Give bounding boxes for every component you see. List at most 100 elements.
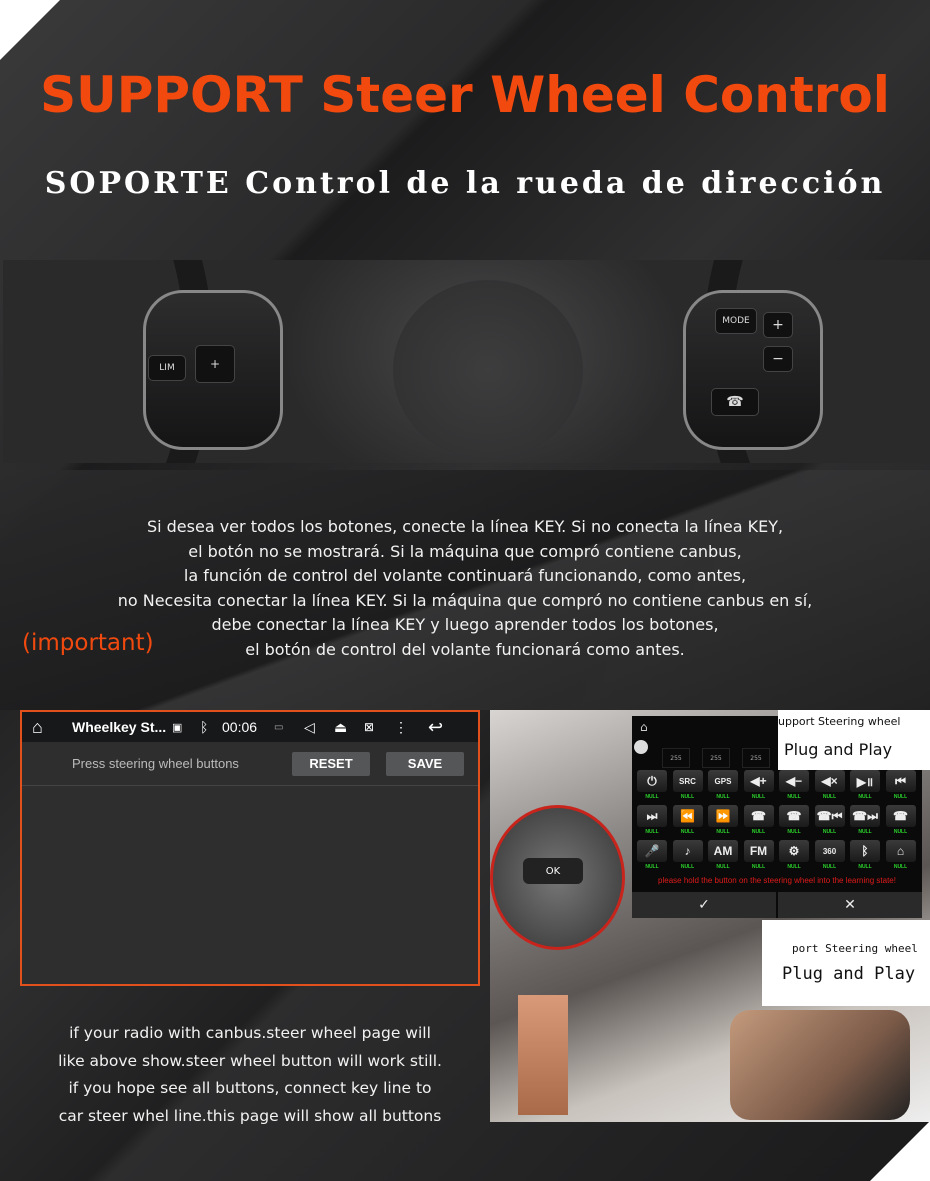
caption-line: if you hope see all buttons, connect key… [68, 1079, 432, 1097]
learn-key-button[interactable]: ⏩ [708, 805, 738, 827]
key-status-label: NULL [858, 794, 872, 800]
key-status-label: NULL [893, 794, 908, 800]
learn-key-button[interactable]: ◀− [779, 770, 809, 792]
plug-play-label: port Steering wheel Plug and Play [762, 920, 930, 1006]
key-status-label: NULL [751, 864, 766, 870]
learn-key-button[interactable]: ⌂ [885, 840, 916, 862]
confirm-button[interactable]: ✓ [632, 892, 776, 918]
key-status-label: NULL [787, 864, 801, 870]
indicator-dot [634, 740, 648, 754]
learn-key-button[interactable]: ⏭ [637, 805, 667, 827]
key-status-label: NULL [716, 829, 730, 835]
volume-icon[interactable]: ◁ [304, 719, 334, 736]
caption-line: car steer whel line.this page will show … [58, 1106, 442, 1125]
key-status-label: NULL [787, 794, 801, 800]
value-box: 255 [702, 748, 730, 768]
bluetooth-icon: ᛒ [200, 719, 209, 735]
learn-key-button[interactable]: ▶॥ [850, 770, 880, 792]
important-label: (important) [22, 630, 154, 656]
value-box: 255 [742, 748, 770, 768]
learn-key-button[interactable]: 360 [814, 840, 845, 862]
learn-key-button[interactable]: ᛒ [850, 840, 880, 862]
canbus-box-photo [518, 995, 568, 1115]
learn-key-button[interactable]: ♪ [672, 840, 703, 862]
label-line: Plug and Play [784, 740, 893, 759]
phone-button: ☎ [711, 388, 759, 416]
screen-off-icon[interactable]: ⊠ [364, 720, 394, 734]
learn-key-button[interactable]: ☎⏭ [850, 805, 880, 827]
learning-instruction: please hold the button on the steering w… [658, 876, 896, 885]
ok-button-photo: OK [523, 858, 583, 884]
mode-button: MODE [715, 308, 757, 334]
page-title: SUPPORT Steer Wheel Control [40, 66, 890, 124]
minus-button: − [763, 346, 793, 372]
key-status-label: NULL [645, 864, 659, 870]
key-status-label: NULL [822, 829, 837, 835]
label-line: Plug and Play [782, 964, 916, 984]
key-status-label: NULL [751, 829, 766, 835]
key-status-label: NULL [680, 794, 695, 800]
key-status-label: NULL [822, 864, 837, 870]
key-status-label: NULL [716, 864, 730, 870]
key-status-label: NULL [858, 864, 872, 870]
plus-button: + [763, 312, 793, 338]
learn-key-button[interactable]: ☎ [743, 805, 774, 827]
more-icon[interactable]: ⋮ [394, 719, 428, 736]
page-subtitle: SOPORTE Control de la rueda de dirección [44, 166, 886, 201]
app-title: Wheelkey St... [72, 719, 167, 735]
key-status-label: NULL [680, 864, 695, 870]
steering-wheel-photo: LIM + MODE + − ☎ [3, 260, 930, 463]
learn-key-button[interactable]: AM [708, 840, 738, 862]
key-status-label: NULL [645, 794, 659, 800]
key-status-label: NULL [787, 829, 801, 835]
key-status-label: NULL [893, 864, 908, 870]
learn-key-button[interactable]: ☎ [885, 805, 916, 827]
label-line: upport Steering wheel [778, 715, 901, 728]
learn-key-button[interactable]: ⏮ [885, 770, 916, 792]
learn-key-button[interactable]: ☎ [779, 805, 809, 827]
learn-key-button[interactable]: ◀+ [743, 770, 774, 792]
prompt-text: Press steering wheel buttons [72, 756, 239, 771]
description-line: no Necesita conectar la línea KEY. Si la… [117, 590, 813, 610]
airbag-cover [393, 280, 583, 460]
caption-line: like above show.steer wheel button will … [58, 1051, 442, 1070]
learn-key-button[interactable]: ⏻ [637, 770, 667, 792]
back-icon[interactable]: ↩ [428, 717, 443, 738]
key-status-label: NULL [822, 794, 837, 800]
plus-button: + [195, 345, 235, 383]
eject-icon[interactable]: ⏏ [334, 719, 364, 736]
learn-key-button[interactable]: FM [743, 840, 774, 862]
steering-button-closeup: OK [490, 805, 625, 950]
learn-key-button[interactable]: SRC [672, 770, 703, 792]
description-line: Si desea ver todos los botones, conecte … [146, 517, 784, 536]
learn-key-button[interactable]: ⏪ [672, 805, 703, 827]
key-status-label: NULL [716, 794, 730, 800]
key-status-label: NULL [893, 829, 908, 835]
learn-key-button[interactable]: GPS [708, 770, 738, 792]
install-photo: OK ⌂ 255 255 255 please hold the button … [490, 710, 930, 1122]
value-box: 255 [662, 748, 690, 768]
lim-button: LIM [148, 355, 186, 381]
key-status-label: NULL [751, 794, 766, 800]
cancel-button[interactable]: ✕ [778, 892, 922, 918]
image-icon: ▣ [172, 721, 183, 734]
time: 00:06 [222, 719, 258, 735]
key-status-label: NULL [680, 829, 695, 835]
radio-icon: ▭ [274, 721, 284, 733]
caption-line: if your radio with canbus.steer wheel pa… [69, 1024, 431, 1042]
caption: if your radio with canbus.steer wheel pa… [20, 1020, 480, 1130]
wheelkey-app-screenshot: ⌂ Wheelkey St... ▣ ᛒ 00:06 ▭ ◁ ⏏ ⊠ ⋮ ↩ P… [20, 710, 480, 986]
home-icon: ⌂ [640, 720, 648, 734]
connector-photo [730, 1010, 910, 1120]
learn-key-button[interactable]: ⚙ [779, 840, 809, 862]
control-row: Press steering wheel buttons RESET SAVE [22, 742, 478, 786]
save-button[interactable]: SAVE [386, 751, 464, 776]
learn-key-button[interactable]: 🎤 [637, 840, 667, 862]
plug-play-label: upport Steering wheel Plug and Play [778, 710, 930, 770]
reset-button[interactable]: RESET [292, 751, 370, 776]
learn-key-button[interactable]: ☎⏮ [814, 805, 845, 827]
key-status-label: NULL [645, 829, 659, 835]
learn-key-button[interactable]: ◀× [814, 770, 845, 792]
label-line: port Steering wheel [792, 942, 918, 955]
home-icon[interactable]: ⌂ [32, 717, 72, 738]
